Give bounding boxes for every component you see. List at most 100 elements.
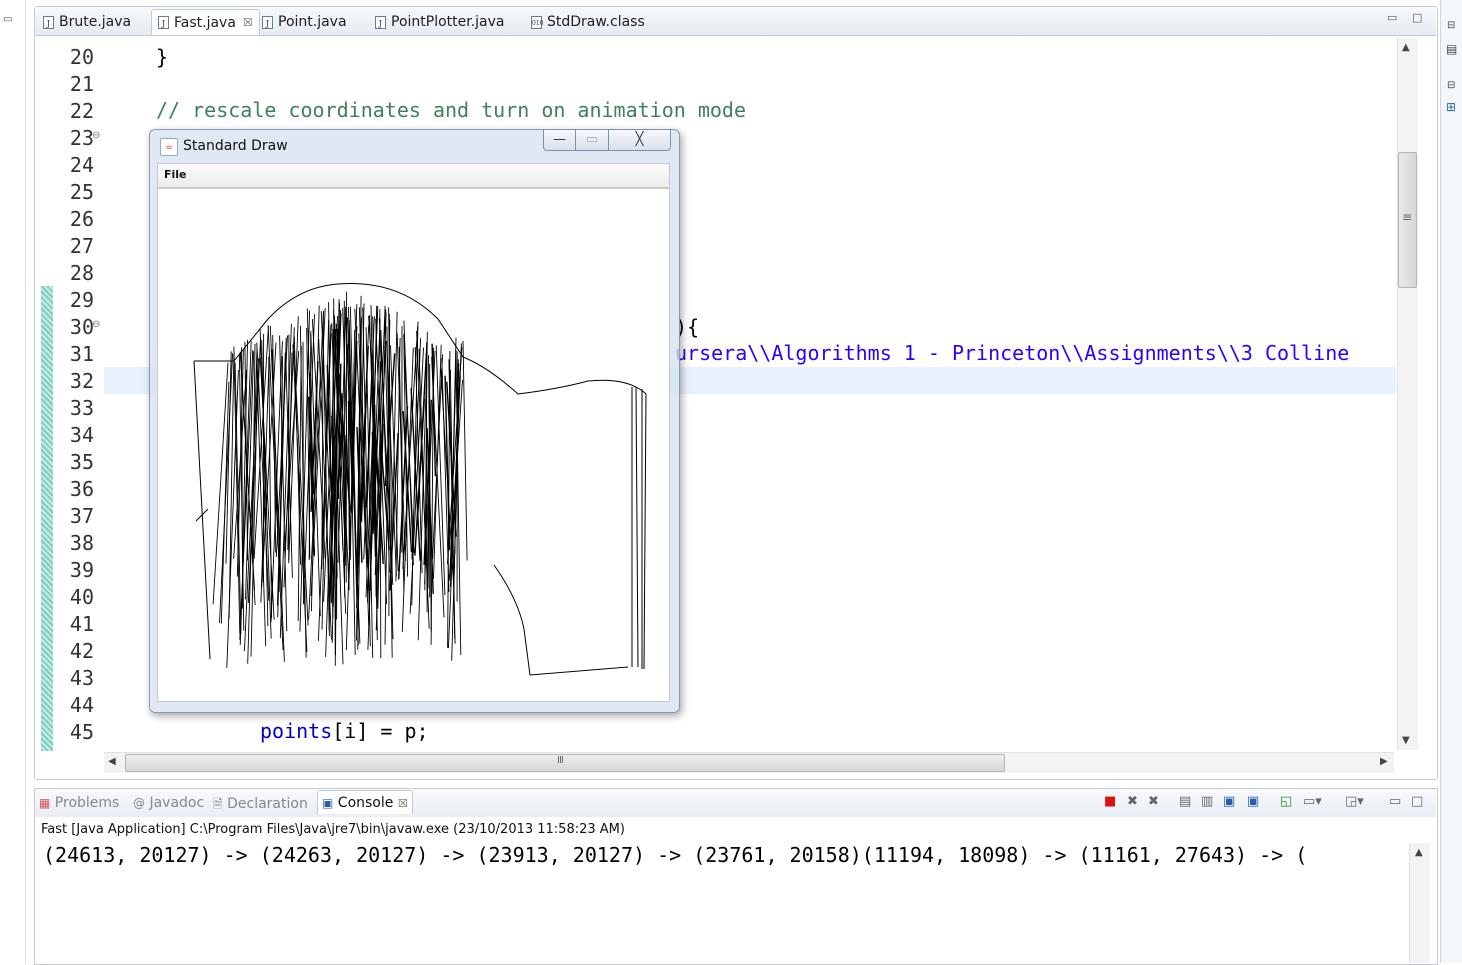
line-number: 20 [54, 44, 94, 71]
maximize-icon[interactable]: □ [1411, 794, 1423, 809]
java-cup-icon: ☕ [160, 138, 178, 156]
close-icon[interactable]: ☒ [398, 797, 408, 810]
maximize-icon[interactable]: □ [1412, 11, 1422, 24]
line-number: 25 [54, 179, 94, 206]
window-title: Standard Draw [183, 138, 288, 154]
tab-brute-java[interactable]: J Brute.java [37, 9, 137, 35]
close-icon[interactable]: ☒ [243, 16, 253, 29]
scroll-right-arrow-icon[interactable]: ▶ [1380, 756, 1388, 767]
scroll-up-arrow-icon[interactable]: ▲ [1415, 847, 1423, 858]
editor-tab-bar: J Brute.java J Fast.java ☒ J Point.java … [35, 7, 1436, 36]
restore-icon[interactable]: ⊟ [1447, 20, 1455, 31]
left-side-panel: ▭ [0, 0, 26, 963]
terminate-icon[interactable]: ■ [1104, 794, 1116, 809]
open-console-icon[interactable]: ◲▾ [1345, 794, 1364, 809]
scroll-left-arrow-icon[interactable]: ◀ [108, 756, 116, 767]
line-number: 24 [54, 152, 94, 179]
tab-stddraw-class[interactable]: 010 StdDraw.class [525, 9, 651, 35]
fold-collapse-icon[interactable]: ⊖ [92, 130, 100, 141]
line-number: 37 [54, 503, 94, 530]
scroll-grip: III [557, 755, 563, 766]
points-variable: points [260, 719, 332, 743]
scroll-grip: ≡ [1402, 210, 1412, 224]
minimize-button[interactable]: — [543, 129, 576, 151]
tab-label: Fast.java [174, 15, 236, 31]
tab-point-java[interactable]: J Point.java [256, 9, 353, 35]
line-number: 34 [54, 422, 94, 449]
display-console-icon[interactable]: ▭▾ [1303, 794, 1322, 809]
java-file-icon: J [262, 16, 273, 29]
javadoc-icon: @ [133, 796, 145, 810]
maximize-button[interactable]: ▭ [575, 129, 609, 151]
pin-console-icon[interactable]: ◱ [1280, 794, 1292, 809]
problems-icon: ▦ [39, 796, 50, 810]
tab-fast-java[interactable]: J Fast.java ☒ [151, 9, 260, 35]
code-line-31-string[interactable]: ursera\\Algorithms 1 - Princeton\\Assign… [675, 340, 1349, 367]
line-number: 32 [54, 368, 94, 395]
class-file-icon: 010 [531, 16, 542, 29]
restore-icon[interactable]: ▭ [3, 14, 12, 25]
show-on-error-icon[interactable]: ▣ [1247, 794, 1259, 809]
outline-icon[interactable]: ▤ [1446, 42, 1457, 56]
show-on-output-icon[interactable]: ▣ [1223, 794, 1235, 809]
line-number: 43 [54, 665, 94, 692]
tab-label: Brute.java [59, 14, 131, 30]
console-output-text[interactable]: (24613, 20127) -> (24263, 20127) -> (239… [43, 843, 1307, 867]
tab-label: Declaration [227, 796, 308, 812]
horizontal-scroll-thumb[interactable] [125, 754, 1005, 772]
tab-label: Javadoc [149, 795, 204, 811]
code-text: [i] = p; [332, 719, 428, 743]
tab-label: Problems [55, 795, 120, 811]
remove-launch-icon[interactable]: ✖ [1127, 794, 1138, 809]
tab-label: Point.java [278, 14, 347, 30]
console-vertical-scrollbar[interactable]: ▲ [1409, 843, 1430, 963]
close-button[interactable]: ╳ [608, 129, 671, 151]
tab-label: PointPlotter.java [391, 14, 505, 30]
tab-label: Console [338, 795, 394, 811]
line-number: 26 [54, 206, 94, 233]
code-line-45[interactable]: points[i] = p; [260, 718, 429, 745]
restore-icon[interactable]: ⊟ [1447, 80, 1455, 91]
clear-console-icon[interactable]: ▤ [1179, 794, 1191, 809]
java-file-icon: J [375, 16, 386, 29]
drawing-canvas[interactable] [157, 188, 670, 702]
quick-diff-ruler [41, 286, 53, 751]
line-number: 30 [54, 314, 94, 341]
tab-pointplotter-java[interactable]: J PointPlotter.java [369, 9, 511, 35]
minimize-icon[interactable]: ▭ [1389, 794, 1401, 809]
line-number: 31 [54, 341, 94, 368]
tab-declaration[interactable]: 🗎 Declaration [213, 795, 308, 816]
line-number: 42 [54, 638, 94, 665]
line-number: 22 [54, 98, 94, 125]
hierarchy-icon[interactable]: ⊞ [1446, 100, 1456, 114]
line-number: 39 [54, 557, 94, 584]
line-number: 35 [54, 449, 94, 476]
window-controls: — ▭ ╳ [543, 129, 673, 153]
code-line-22-comment[interactable]: // rescale coordinates and turn on anima… [156, 97, 746, 124]
plot-segment [234, 347, 240, 634]
plot-segment [494, 565, 628, 675]
line-number: 27 [54, 233, 94, 260]
tab-javadoc[interactable]: @ Javadoc [133, 795, 204, 811]
fold-collapse-icon[interactable]: ⊖ [92, 319, 100, 330]
tab-console[interactable]: ▣ Console ☒ [317, 790, 413, 814]
line-number: 38 [54, 530, 94, 557]
menu-file[interactable]: File [164, 168, 187, 181]
console-process-label: Fast [Java Application] C:\Program Files… [41, 822, 625, 837]
plot-segment [463, 341, 467, 561]
line-number: 21 [54, 71, 94, 98]
line-number: 41 [54, 611, 94, 638]
java-file-icon: J [43, 16, 54, 29]
minimize-icon[interactable]: ▭ [1387, 11, 1397, 24]
tab-problems[interactable]: ▦ Problems [39, 795, 119, 811]
right-side-toolbar: ⊟ ▤ ⊟ ⊞ [1440, 0, 1462, 963]
scroll-down-arrow-icon[interactable]: ▼ [1402, 735, 1410, 746]
code-line-20[interactable]: } [156, 44, 168, 71]
line-number: 36 [54, 476, 94, 503]
scroll-up-arrow-icon[interactable]: ▲ [1402, 42, 1410, 53]
remove-all-terminated-icon[interactable]: ✖ [1148, 794, 1159, 809]
window-menubar [157, 163, 670, 188]
scroll-lock-icon[interactable]: ▥ [1201, 794, 1213, 809]
line-number: 23 [54, 125, 94, 152]
editor-vertical-scrollbar[interactable] [1397, 38, 1418, 750]
